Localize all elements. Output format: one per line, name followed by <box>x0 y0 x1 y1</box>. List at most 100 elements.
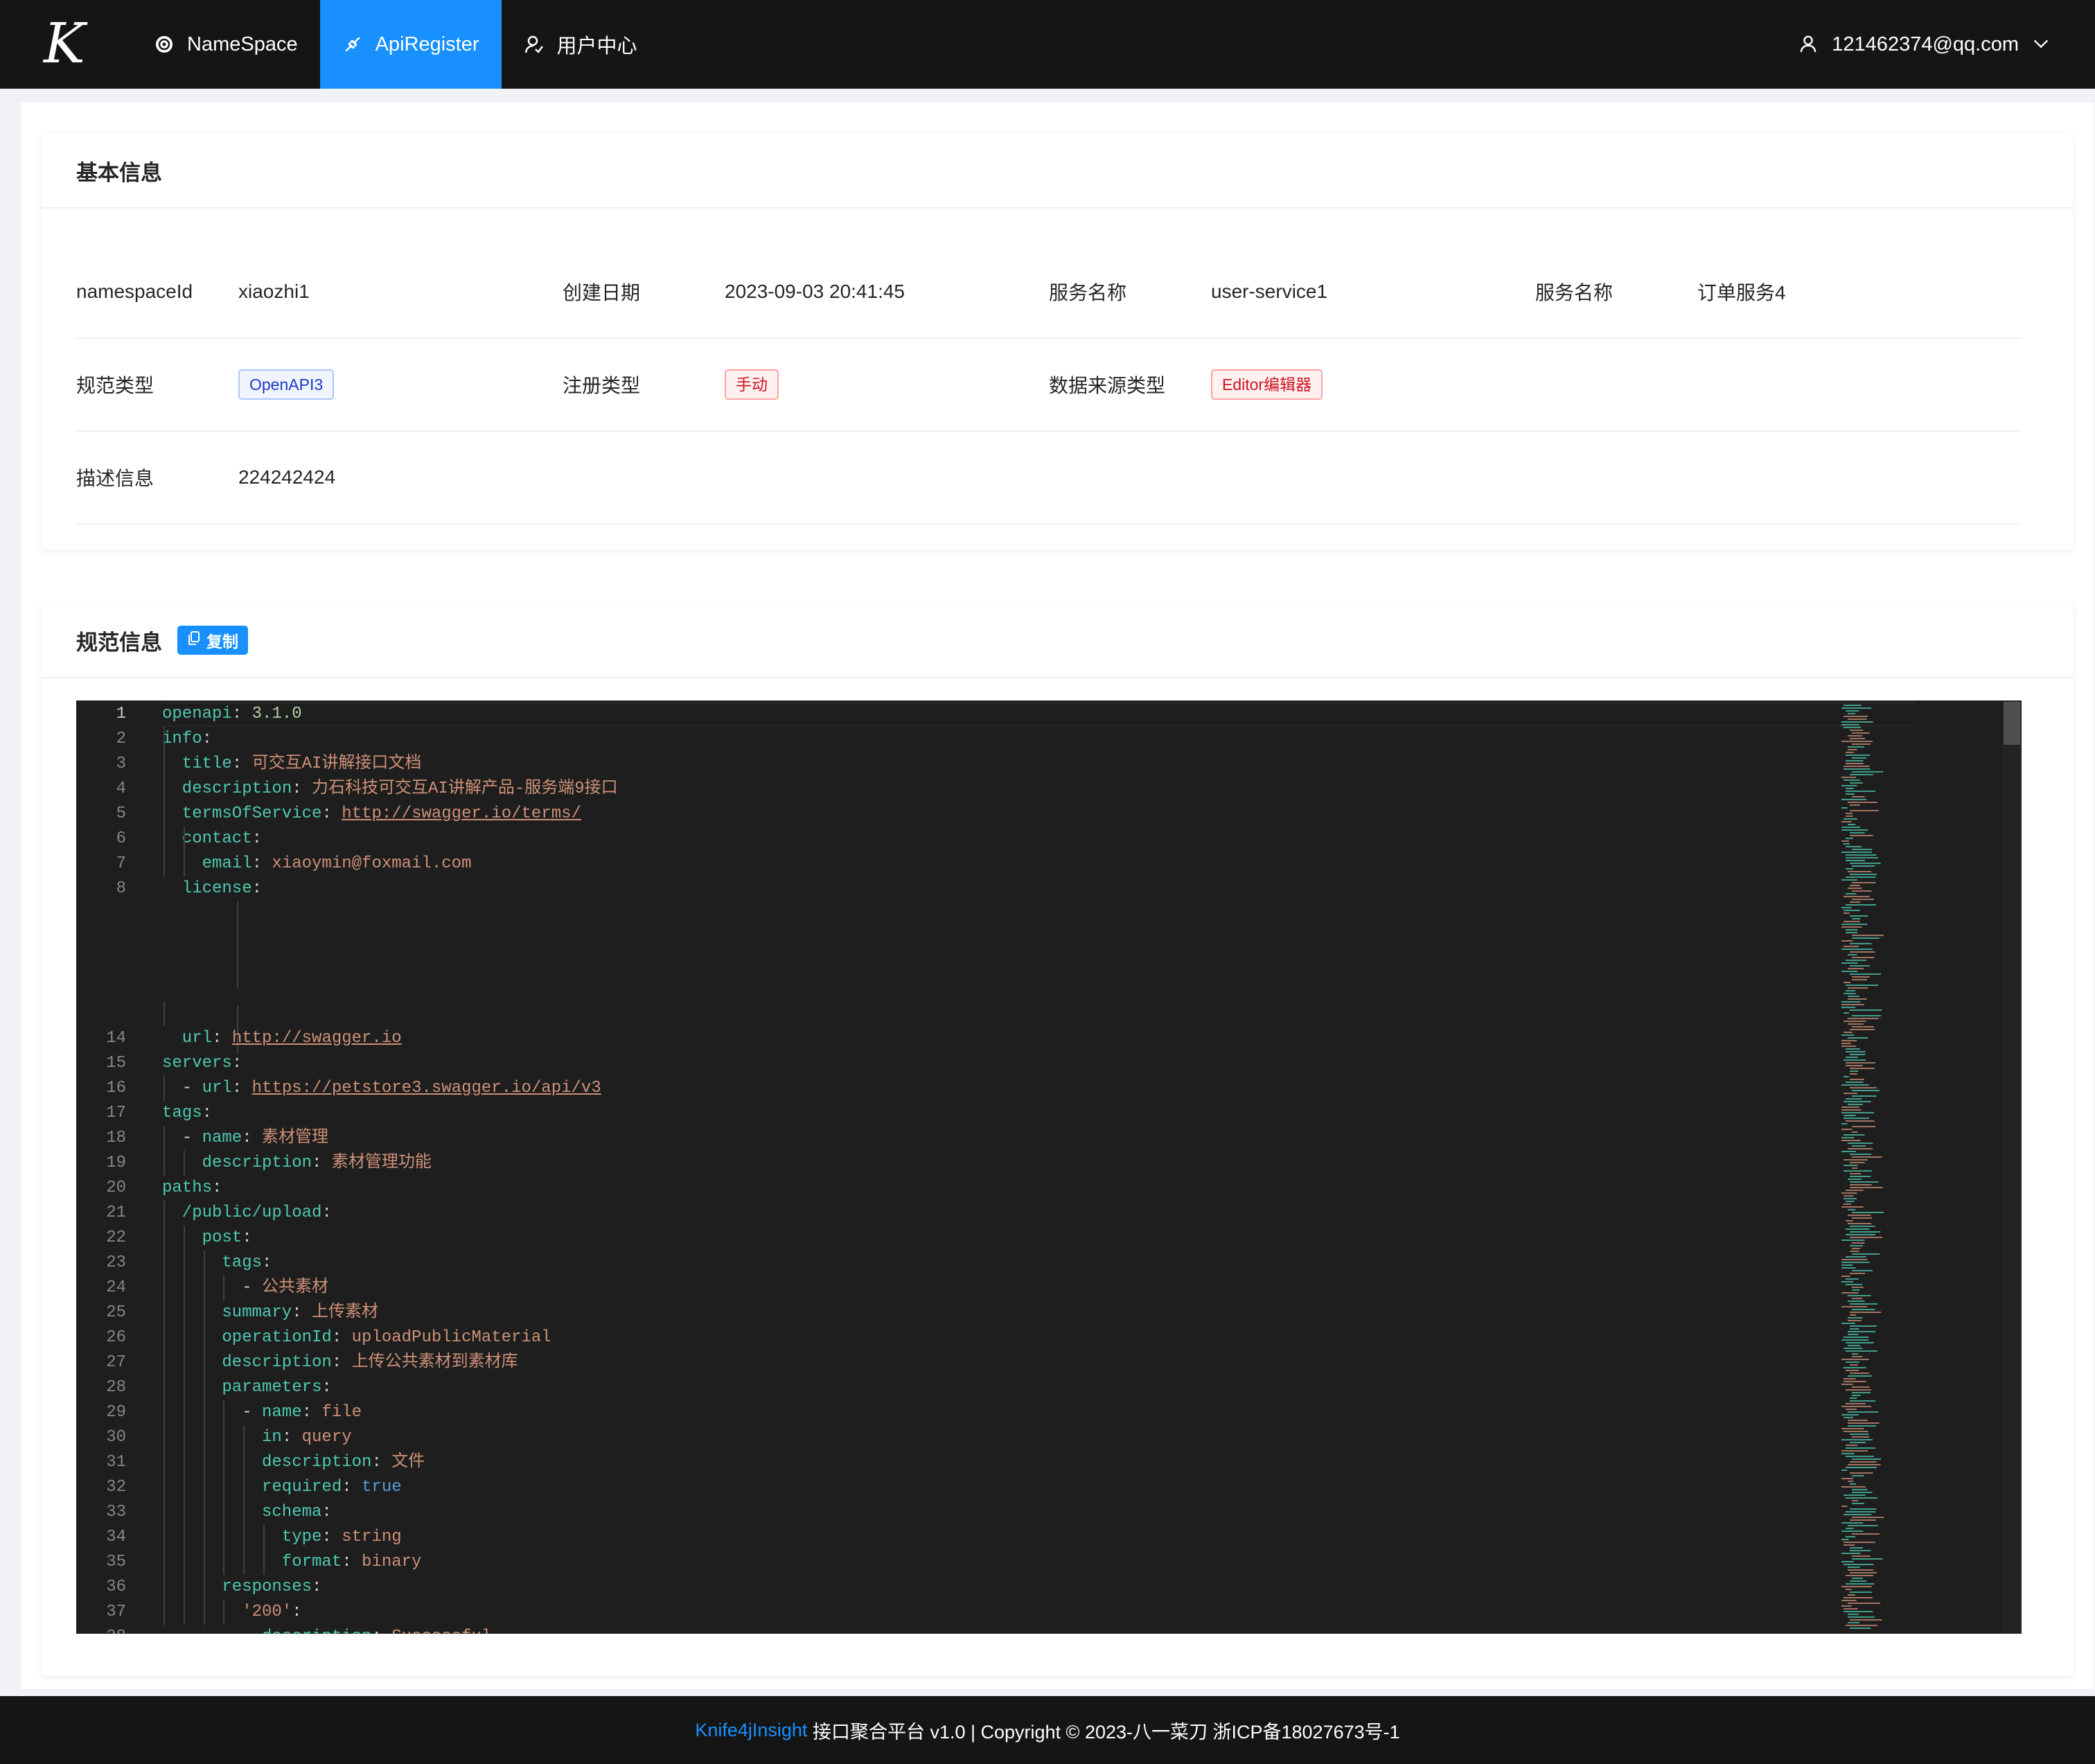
indent-guide <box>163 727 165 876</box>
minimap-line <box>1846 929 1858 930</box>
code-line[interactable]: 36 responses: <box>76 1575 1877 1600</box>
code-line[interactable]: 15 servers: <box>76 1051 1877 1076</box>
code-text: /public/upload: <box>182 1203 332 1222</box>
code-line[interactable]: 28 parameters: <box>76 1375 1877 1400</box>
minimap-line <box>1841 949 1873 950</box>
code-line[interactable]: 27 description: 上传公共素材到素材库 <box>76 1350 1877 1375</box>
code-line[interactable]: 22 post: <box>76 1226 1877 1251</box>
line-number: 34 <box>106 1528 126 1546</box>
yaml-key: schema <box>262 1503 322 1522</box>
minimap-line <box>1846 932 1858 933</box>
code-line[interactable]: 2 info: <box>76 727 1877 752</box>
minimap-line <box>1850 901 1861 903</box>
nav-namespace[interactable]: NameSpace <box>132 0 320 89</box>
code-line[interactable]: 3 title: 可交互AI讲解接口文档 <box>76 752 1877 777</box>
code-line[interactable]: 8 license: <box>76 876 1877 901</box>
code-line[interactable]: 7 email: xiaoymin@foxmail.com <box>76 852 1877 876</box>
code-line[interactable]: 16 - url: https://petstore3.swagger.io/ap… <box>76 1076 1877 1101</box>
yaml-value[interactable]: http://swagger.io/terms/ <box>342 804 581 823</box>
code-line[interactable]: 37 '200': <box>76 1600 1877 1625</box>
line-number: 37 <box>106 1603 126 1621</box>
copy-button[interactable]: 复制 <box>177 626 248 655</box>
spec-info-card: 规范信息 复制 1 openapi: 3.1.0 2 info: 3 title: 可交互… <box>42 603 2073 1676</box>
code-text: - url: https://petstore3.swagger.io/api/… <box>182 1079 601 1097</box>
code-line[interactable]: 33 schema: <box>76 1500 1877 1525</box>
label-data-source-type: 数据来源类型 <box>1049 375 1166 396</box>
nav-user-center[interactable]: 用户中心 <box>502 0 660 89</box>
yaml-value: file <box>321 1403 362 1422</box>
value-register-type: 手动 <box>725 339 779 430</box>
user-center-icon <box>524 34 545 55</box>
code-line[interactable]: 31 description: 文件 <box>76 1450 1877 1475</box>
code-line[interactable]: 35 format: binary <box>76 1550 1877 1575</box>
code-line[interactable]: 34 type: string <box>76 1525 1877 1550</box>
indent-guide <box>163 1126 165 1176</box>
code-editor[interactable]: 1 openapi: 3.1.0 2 info: 3 title: 可交互AI讲解接口文档… <box>76 700 2022 1634</box>
line-number: 17 <box>106 1104 126 1122</box>
namespace-icon <box>154 34 175 55</box>
code-line[interactable]: 29 - name: file <box>76 1400 1877 1425</box>
code-line[interactable]: 4 description: 力石科技可交互AI讲解产品-服务端9接口 <box>76 777 1877 802</box>
code-line[interactable]: 17 tags: <box>76 1101 1877 1126</box>
code-line[interactable]: 6 contact: <box>76 827 1877 852</box>
spec-info-title: 规范信息 <box>76 630 162 655</box>
yaml-value: 可交互AI讲解接口文档 <box>251 755 422 773</box>
code-line[interactable]: 5 termsOfService: http://swagger.io/terms… <box>76 802 1877 827</box>
code-text: responses: <box>222 1578 322 1596</box>
nav-api-register[interactable]: ApiRegister <box>319 0 502 89</box>
code-line[interactable]: 26 operationId: uploadPublicMaterial <box>76 1325 1877 1350</box>
line-number: 24 <box>106 1278 126 1297</box>
label-register-type: 注册类型 <box>563 375 641 396</box>
line-number: 38 <box>76 1625 126 1634</box>
line-number: 14 <box>106 1029 126 1048</box>
code-line[interactable]: 30 in: query <box>76 1425 1877 1450</box>
footer-brand-link[interactable]: Knife4jInsight <box>695 1720 807 1741</box>
yaml-key: responses <box>222 1578 312 1596</box>
code-line[interactable]: 14 url: http://swagger.io <box>76 1026 1877 1051</box>
info-row-2: 规范类型 OpenAPI3 注册类型 手动 数据来源类型 Editor编辑器 <box>76 339 2022 432</box>
code-line[interactable]: 18 - name: 素材管理 <box>76 1126 1877 1151</box>
line-number: 32 <box>106 1478 126 1497</box>
minimap-line <box>1850 973 1881 975</box>
yaml-key: in <box>262 1428 282 1447</box>
yaml-key: format <box>281 1553 342 1571</box>
yaml-key: summary <box>222 1303 292 1322</box>
code-text: title: 可交互AI讲解接口文档 <box>182 755 422 773</box>
label-spec-type: 规范类型 <box>76 375 154 396</box>
code-line[interactable]: 19 description: 素材管理功能 <box>76 1151 1877 1176</box>
code-text: tags: <box>222 1253 272 1272</box>
minimap-line <box>1841 962 1858 964</box>
code-line[interactable]: 25 summary: 上传素材 <box>76 1300 1877 1325</box>
code-line[interactable]: 32 required: true <box>76 1475 1877 1500</box>
code-line[interactable]: 1 openapi: 3.1.0 <box>76 702 1915 727</box>
line-number: 1 <box>116 705 126 723</box>
line-number: 4 <box>116 779 126 798</box>
logo[interactable]: K <box>0 0 132 89</box>
line-number: 31 <box>106 1453 126 1472</box>
code-line[interactable]: 20 paths: <box>76 1176 1877 1201</box>
minimap-line <box>1841 971 1858 972</box>
yaml-key: openapi <box>162 705 232 723</box>
yaml-value[interactable]: https://petstore3.swagger.io/api/v3 <box>252 1079 601 1097</box>
minimap-line <box>1848 987 1868 989</box>
vertical-scrollbar[interactable] <box>2002 700 2022 1634</box>
line-number: 33 <box>106 1503 126 1522</box>
line-number: 29 <box>106 1403 126 1422</box>
info-row-3: 描述信息 224242424 <box>76 432 2022 524</box>
line-number: 35 <box>106 1553 126 1571</box>
yaml-value: 素材管理功能 <box>331 1154 432 1172</box>
minimap-line <box>1848 954 1857 955</box>
label-service-name-2: 服务名称 <box>1535 282 1614 303</box>
yaml-key: '200' <box>242 1603 292 1621</box>
line-number: 28 <box>106 1378 126 1397</box>
code-text: tags: <box>162 1104 213 1122</box>
user-menu[interactable]: 121462374@qq.com <box>1798 0 2052 89</box>
code-line[interactable]: 21/public/upload: <box>76 1201 1877 1226</box>
code-line[interactable]: 23 tags: <box>76 1251 1877 1276</box>
code-line[interactable]: 38 description: Successful <box>76 1625 1877 1634</box>
code-line[interactable]: 24 - 公共素材 <box>76 1276 1877 1300</box>
minimap-line <box>1844 1012 1850 1014</box>
scrollbar-thumb[interactable] <box>2004 702 2020 745</box>
yaml-value[interactable]: http://swagger.io <box>232 1029 402 1048</box>
code-text: parameters: <box>222 1378 332 1397</box>
